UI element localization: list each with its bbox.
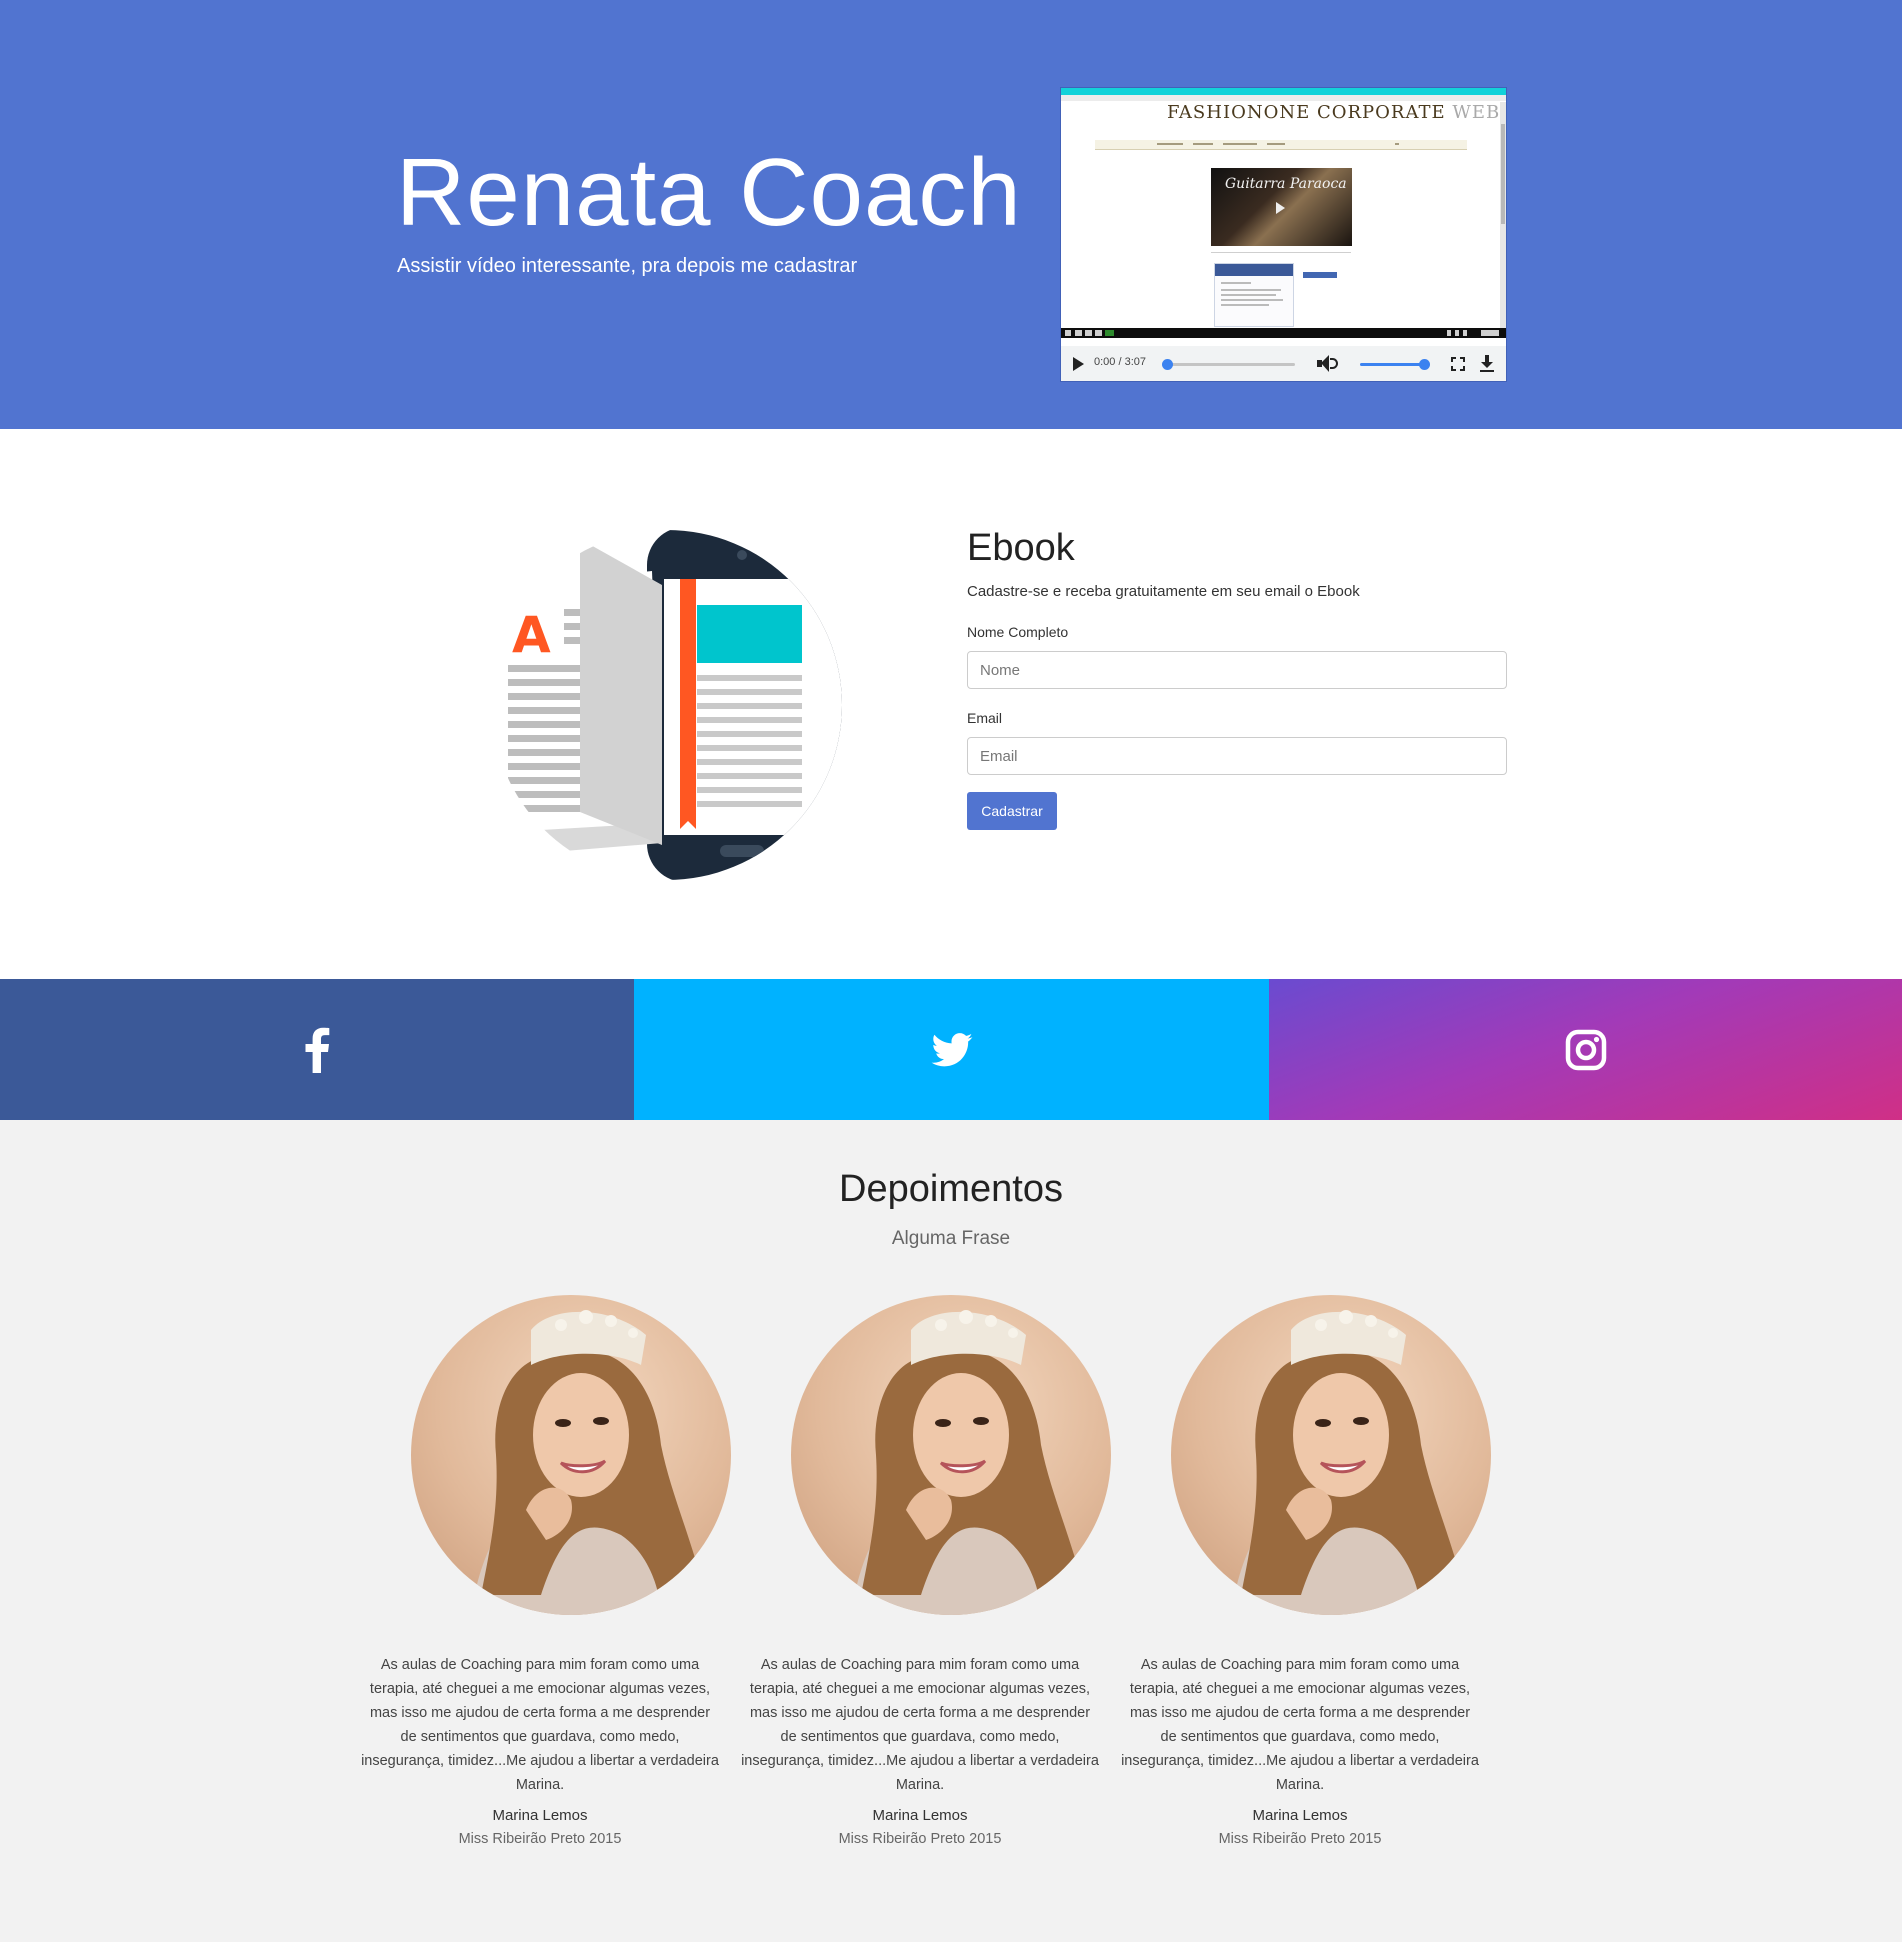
ebook-reader-icon: A (492, 530, 842, 880)
twitter-link[interactable] (634, 979, 1269, 1120)
volume-icon[interactable] (1317, 355, 1339, 373)
video-frame-nav (1095, 140, 1467, 150)
video-controls: 0:00 / 3:07 (1061, 346, 1506, 381)
testimonials-section: Depoimentos Alguma Frase As aulas de Coa… (0, 1120, 1902, 1942)
email-field-label: Email (967, 710, 1003, 726)
testimonials-title: Depoimentos (839, 1168, 1063, 1210)
play-icon[interactable] (1073, 357, 1084, 371)
ebook-subtitle: Cadastre-se e receba gratuitamente em se… (967, 583, 1360, 600)
name-input[interactable] (967, 651, 1507, 689)
testimonial-role: Miss Ribeirão Preto 2015 (458, 1831, 622, 1847)
download-icon[interactable] (1480, 355, 1494, 373)
video-seek-bar[interactable] (1162, 359, 1295, 370)
hero-subtitle: Assistir vídeo interessante, pra depois … (397, 255, 858, 277)
video-frame-thumbnail: Guitarra Paraoca (1211, 168, 1352, 246)
testimonial-card: As aulas de Coaching para mim foram como… (360, 1295, 731, 1855)
instagram-icon (1565, 1029, 1606, 1070)
twitter-icon (931, 1032, 972, 1066)
video-player[interactable]: FASHIONONE CORPORATE WEBSITE Guitarra Pa… (1061, 88, 1506, 381)
submit-button[interactable]: Cadastrar (967, 792, 1057, 830)
video-frame[interactable]: FASHIONONE CORPORATE WEBSITE Guitarra Pa… (1061, 88, 1506, 338)
video-frame-thumbnail-title: Guitarra Paraoca (1225, 176, 1347, 192)
testimonial-name: Marina Lemos (1252, 1807, 1348, 1824)
testimonial-quote: As aulas de Coaching para mim foram como… (361, 1657, 719, 1793)
video-frame-brand-dark: FASHIONONE CORPORATE (1167, 102, 1446, 123)
portrait-image (851, 1310, 1091, 1615)
ebook-section: A Ebook Cadastre-se e receba gratuitamen… (0, 429, 1902, 979)
ebook-illustration-letter: A (512, 606, 551, 664)
fullscreen-icon[interactable] (1451, 357, 1465, 371)
video-frame-brand: FASHIONONE CORPORATE WEBSITE (1167, 102, 1506, 123)
video-frame-taskbar (1061, 328, 1506, 338)
video-frame-tabs (1061, 95, 1506, 101)
hero-title: Renata Coach (396, 139, 1022, 246)
testimonial-quote: As aulas de Coaching para mim foram como… (741, 1657, 1099, 1793)
facebook-icon (305, 1027, 330, 1073)
hero-section: Renata Coach Assistir vídeo interessante… (0, 0, 1902, 429)
video-seek-handle[interactable] (1162, 359, 1173, 370)
name-field-label: Nome Completo (967, 624, 1069, 640)
video-frame-brand-light: WEBSITE (1452, 102, 1506, 123)
testimonial-card: As aulas de Coaching para mim foram como… (740, 1295, 1111, 1855)
social-bar (0, 979, 1902, 1120)
video-time: 0:00 / 3:07 (1094, 356, 1146, 368)
ebook-illustration: A (492, 527, 842, 882)
video-frame-browser-bar (1061, 88, 1506, 95)
testimonial-role: Miss Ribeirão Preto 2015 (838, 1831, 1002, 1847)
testimonial-role: Miss Ribeirão Preto 2015 (1218, 1831, 1382, 1847)
video-frame-side-widget (1303, 264, 1339, 278)
volume-handle[interactable] (1419, 359, 1430, 370)
testimonial-photo (1171, 1295, 1491, 1615)
testimonial-photo (791, 1295, 1111, 1615)
portrait-image (471, 1310, 711, 1615)
testimonial-name: Marina Lemos (492, 1807, 588, 1824)
email-input[interactable] (967, 737, 1507, 775)
video-frame-play-icon (1276, 202, 1285, 214)
testimonials-subtitle: Alguma Frase (891, 1228, 1011, 1249)
testimonial-photo (411, 1295, 731, 1615)
testimonial-card: As aulas de Coaching para mim foram como… (1120, 1295, 1491, 1855)
ebook-title: Ebook (967, 527, 1075, 569)
volume-slider[interactable] (1360, 359, 1430, 370)
testimonial-quote: As aulas de Coaching para mim foram como… (1121, 1657, 1479, 1793)
facebook-link[interactable] (0, 979, 634, 1120)
portrait-image (1231, 1310, 1471, 1615)
video-frame-scrollbar (1500, 102, 1506, 330)
instagram-link[interactable] (1269, 979, 1902, 1120)
video-frame-divider (1211, 252, 1351, 253)
testimonial-name: Marina Lemos (872, 1807, 968, 1824)
video-frame-fb-widget (1214, 263, 1294, 327)
